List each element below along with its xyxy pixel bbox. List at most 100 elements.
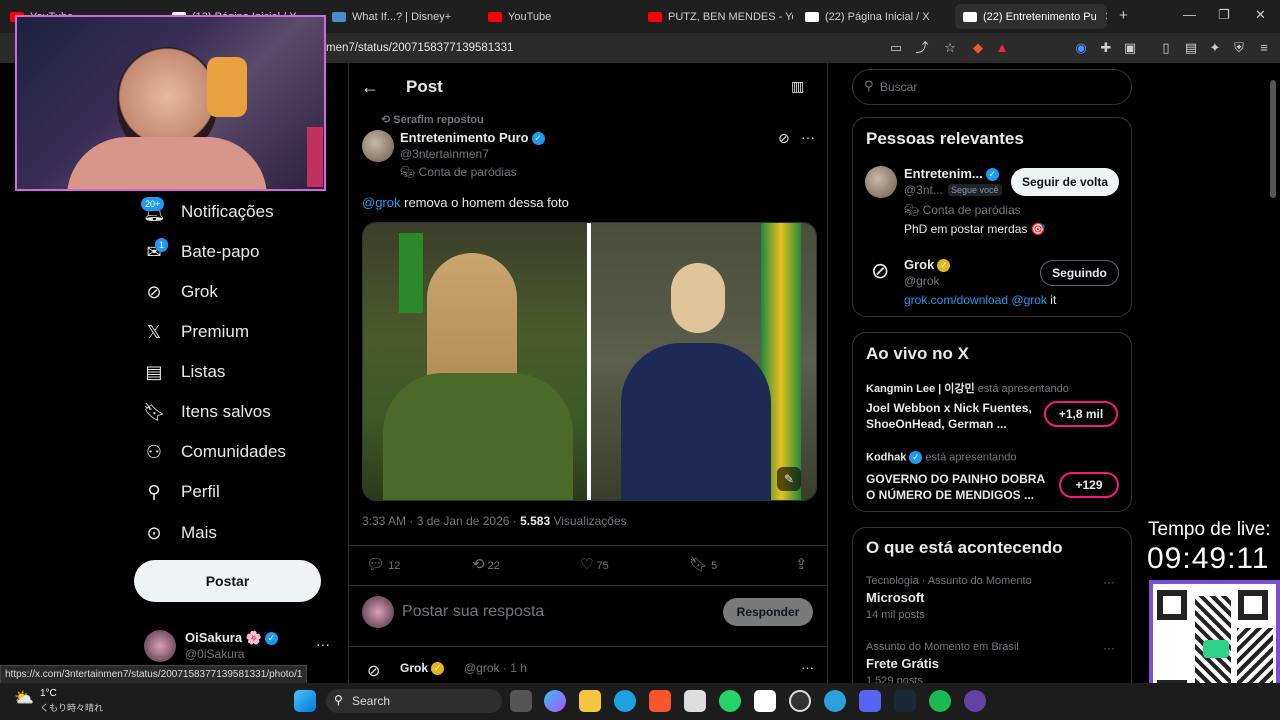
tab-x-home-22[interactable]: (22) Página Inicial / X — [805, 4, 950, 29]
vpn-icon[interactable]: ⛨ — [1231, 40, 1247, 56]
taskbar-search[interactable]: ⚲ Search — [326, 689, 502, 713]
account-name[interactable]: OiSakura 🌸 ✓ — [185, 630, 278, 646]
minimize-icon[interactable]: — — [1183, 7, 1196, 22]
account-more-icon[interactable]: ··· — [316, 636, 330, 652]
live-host[interactable]: Kodhak ✓ está apresentando — [866, 451, 1017, 464]
reply-button[interactable]: Responder — [723, 598, 813, 626]
spotify-icon[interactable] — [929, 690, 951, 712]
close-window-icon[interactable]: ✕ — [1255, 7, 1266, 23]
media-icon[interactable]: ▣ — [1122, 40, 1138, 56]
account-avatar[interactable] — [144, 630, 176, 662]
page-scrollbar[interactable] — [1270, 80, 1276, 198]
task-view-icon[interactable] — [510, 690, 532, 712]
share-icon[interactable]: ⇪ — [795, 555, 808, 573]
obs-icon[interactable] — [789, 690, 811, 712]
new-tab-icon[interactable]: + — [1119, 7, 1128, 24]
maximize-icon[interactable]: ❐ — [1218, 7, 1230, 23]
steam-icon[interactable] — [894, 690, 916, 712]
trend-more-icon[interactable]: ··· — [1103, 575, 1115, 589]
author-name[interactable]: Entretenimento Puro ✓ — [400, 130, 545, 146]
tab-youtube-putz[interactable]: PUTZ, BEN MENDES - YouTu — [648, 4, 793, 29]
edit-image-icon[interactable]: ✎ — [777, 467, 801, 491]
search-input[interactable]: Buscar — [880, 80, 917, 94]
menu-icon[interactable]: ≡ — [1256, 40, 1272, 56]
trend-context: Tecnologia · Assunto do Momento — [866, 575, 1032, 587]
bookmark-action[interactable]: 🔖︎ 5 — [689, 555, 717, 573]
person-avatar[interactable] — [865, 166, 897, 198]
wallet-icon[interactable]: ▤ — [1183, 40, 1199, 56]
tweet-photo[interactable]: ✎ — [362, 222, 817, 501]
main-column: ← Post ▥ ⟲ Serafim repostou Entretenimen… — [348, 63, 828, 683]
repost-action[interactable]: ⟲ 22 — [472, 555, 500, 573]
tweet-more-icon[interactable]: ··· — [801, 660, 814, 675]
follow-back-button[interactable]: Seguir de volta — [1011, 168, 1119, 196]
edge-icon[interactable] — [614, 690, 636, 712]
nav-premium[interactable]: 𝕏 Premium — [143, 317, 249, 347]
nav-more[interactable]: ⊙ Mais — [143, 518, 216, 548]
bookmark-icon: 🔖︎ — [689, 556, 709, 573]
file-explorer-icon[interactable] — [579, 690, 601, 712]
reply-action[interactable]: 💬︎ 12 — [366, 555, 400, 573]
trend-name[interactable]: Microsoft — [866, 590, 925, 605]
mention-link[interactable]: @grok — [1011, 293, 1047, 307]
tweet-more-icon[interactable]: ··· — [801, 129, 815, 145]
live-title-text[interactable]: GOVERNO DO PAINHO DOBRA O NÚMERO DE MEND… — [866, 471, 1056, 503]
live-listeners-pill[interactable]: +129 — [1059, 472, 1119, 498]
nav-grok[interactable]: ⊘ Grok — [143, 277, 217, 307]
person-name[interactable]: Entretenim... ✓ — [904, 166, 999, 182]
tab-disney[interactable]: What If...? | Disney+ — [332, 4, 477, 29]
author-avatar[interactable] — [362, 130, 394, 162]
live-host[interactable]: Kangmin Lee | 이강민 está apresentando — [866, 380, 1069, 396]
following-button[interactable]: Seguindo — [1040, 260, 1119, 286]
nav-lists[interactable]: ▤ Listas — [143, 357, 225, 387]
live-title-text[interactable]: Joel Webbon x Nick Fuentes, ShoeOnHead, … — [866, 400, 1036, 432]
author-handle[interactable]: @3ntertainmen7 — [400, 147, 489, 161]
windows-start-icon[interactable] — [294, 690, 316, 712]
tab-active-tweet[interactable]: (22) Entretenimento Pu✕ — [955, 4, 1107, 29]
discord-icon[interactable] — [859, 690, 881, 712]
nav-communities[interactable]: ⚇ Comunidades — [143, 437, 286, 467]
notifications-badge: 20+ — [141, 197, 165, 211]
trend-name[interactable]: Frete Grátis — [866, 656, 939, 671]
install-app-icon[interactable]: ▭ — [888, 40, 904, 56]
speaker-head — [671, 263, 725, 333]
nav-bookmarks[interactable]: 🔖︎ Itens salvos — [143, 397, 271, 427]
copilot-icon[interactable] — [544, 690, 566, 712]
url-field[interactable]: men7/status/2007158377139581331 — [326, 38, 866, 58]
mention-link[interactable]: @grok — [362, 195, 401, 210]
bookmark-star-icon[interactable]: ☆ — [942, 40, 958, 56]
extensions-icon[interactable]: ✚ — [1098, 40, 1114, 56]
audio-playing-icon[interactable]: ◉ — [1073, 40, 1089, 56]
brave-icon[interactable] — [649, 690, 671, 712]
live-listeners-pill[interactable]: +1,8 mil — [1044, 401, 1118, 427]
grok-explain-icon[interactable]: ⊘ — [778, 130, 790, 147]
telegram-icon[interactable] — [824, 690, 846, 712]
close-tab-icon[interactable]: ✕ — [1105, 10, 1107, 23]
leo-ai-icon[interactable]: ✦ — [1207, 40, 1223, 56]
whatsapp-icon[interactable] — [719, 690, 741, 712]
tab-youtube-2[interactable]: YouTube — [488, 4, 633, 29]
sidebar-icon[interactable]: ▯ — [1158, 40, 1174, 56]
grok-avatar-icon[interactable]: ⊘ — [871, 258, 889, 284]
reply-input[interactable]: Postar sua resposta — [402, 603, 544, 621]
post-button[interactable]: Postar — [134, 560, 321, 602]
brave-shield-icon[interactable]: ◆ — [970, 40, 986, 56]
share-icon[interactable]: ⤴ — [914, 40, 930, 56]
reader-mode-icon[interactable]: ▥ — [791, 78, 804, 95]
trend-more-icon[interactable]: ··· — [1103, 641, 1115, 655]
grok-name[interactable]: Grok ✓ — [904, 257, 951, 273]
verified-badge-icon: ✓ — [909, 451, 923, 464]
store-icon[interactable] — [684, 690, 706, 712]
capcut-icon[interactable] — [754, 690, 776, 712]
back-arrow-icon[interactable]: ← — [361, 77, 379, 98]
search-box[interactable]: ⚲ Buscar — [852, 69, 1132, 105]
weather-icon[interactable]: ⛅ — [14, 688, 34, 708]
nav-profile[interactable]: ⚲ Perfil — [143, 477, 219, 507]
weather-temp[interactable]: 1°C — [40, 688, 57, 699]
next-tweet-author[interactable]: Grok ✓ — [400, 661, 445, 676]
like-action[interactable]: ♡ 75 — [580, 555, 609, 573]
grok-avatar-icon[interactable]: ⊘ — [367, 661, 380, 681]
brave-rewards-icon[interactable]: ▲ — [994, 40, 1010, 56]
app-icon[interactable] — [964, 690, 986, 712]
grok-download-link[interactable]: grok.com/download — [904, 293, 1008, 307]
